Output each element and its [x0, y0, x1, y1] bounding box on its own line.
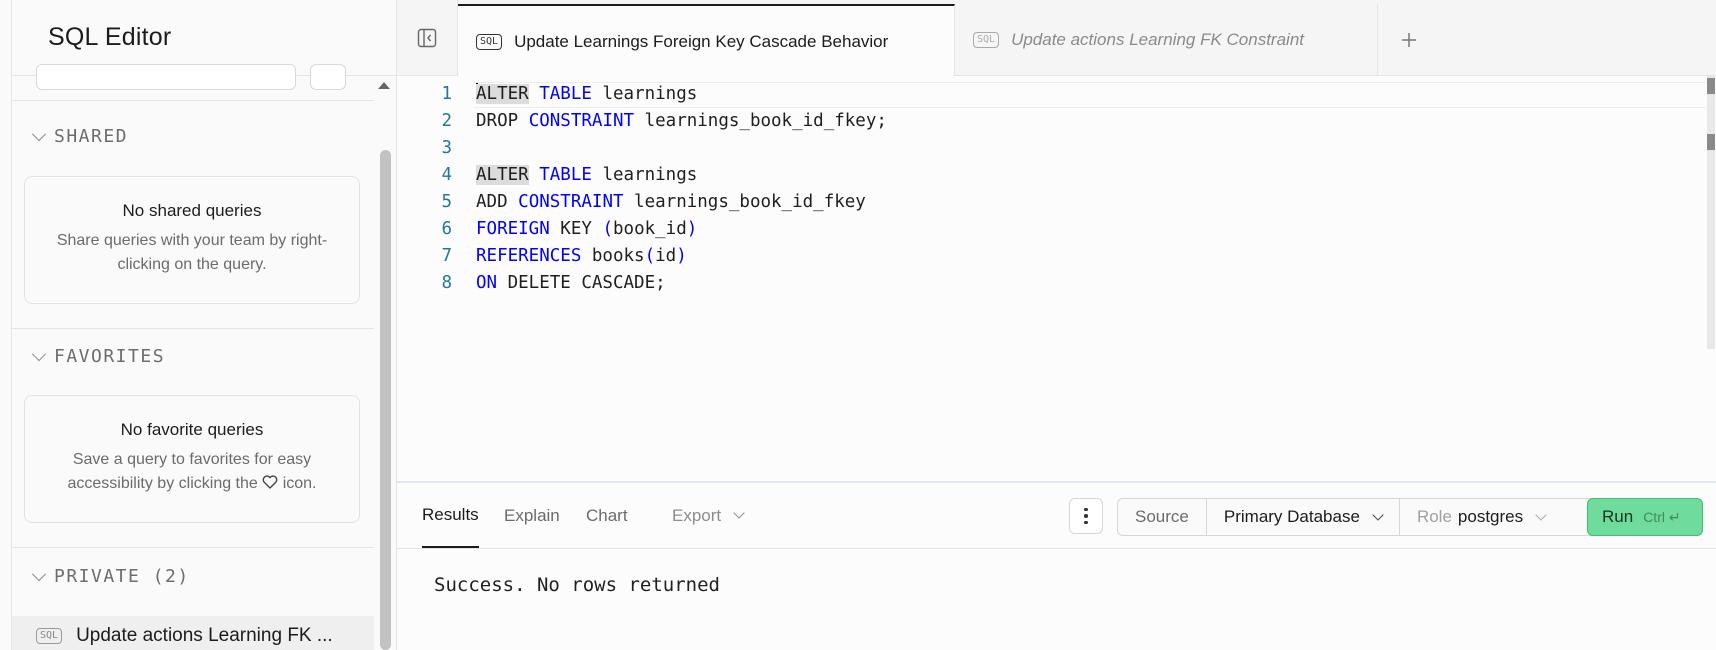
- section-label-private: PRIVATE (2): [54, 566, 190, 587]
- chevron-down-icon: [1535, 508, 1547, 521]
- empty-shared-description: Share queries with your team by right-cl…: [56, 232, 328, 273]
- empty-favorites-description: Save a query to favorites for easy acces…: [25, 448, 359, 496]
- code-line: 5 ADD CONSTRAINT learnings_book_id_fkey: [397, 189, 1716, 216]
- sidebar-scrollbar[interactable]: [378, 76, 392, 650]
- private-query-item[interactable]: SQL Update actions Learning FK ...: [12, 616, 374, 650]
- code-text: ON DELETE CASCADE;: [476, 273, 666, 293]
- empty-favorites-title: No favorite queries: [120, 420, 264, 439]
- chevron-down-icon: [31, 346, 47, 361]
- line-number: 3: [441, 138, 452, 158]
- run-button[interactable]: Run Ctrl ↵: [1587, 498, 1703, 536]
- divider: [12, 547, 374, 548]
- sidebar-title: SQL Editor: [48, 23, 172, 51]
- run-label: Run: [1602, 507, 1634, 526]
- sidebar-scroll-area[interactable]: SHARED No shared queries Share queries w…: [12, 64, 396, 650]
- empty-shared-title: No shared queries: [122, 201, 262, 220]
- tab-bar: SQL Update Learnings Foreign Key Cascade…: [397, 0, 1716, 77]
- empty-favorites-card: No favorite queries Save a query to favo…: [24, 395, 360, 523]
- section-label-favorites: FAVORITES: [54, 346, 166, 367]
- code-text: ADD CONSTRAINT learnings_book_id_fkey: [476, 192, 866, 212]
- heart-icon: [262, 475, 278, 489]
- export-label: Export: [672, 505, 722, 525]
- database-select[interactable]: Primary Database: [1207, 499, 1400, 535]
- new-query-button[interactable]: [310, 64, 346, 90]
- connection-controls: Source Primary Database Role postgres: [1117, 498, 1605, 536]
- line-number: 2: [441, 111, 452, 131]
- code-line: 1 ALTER TABLE learnings: [397, 81, 1716, 108]
- tab-label: Update Learnings Foreign Key Cascade Beh…: [514, 31, 889, 51]
- divider: [12, 328, 374, 329]
- export-dropdown[interactable]: Export: [672, 483, 745, 548]
- section-toggle-private[interactable]: PRIVATE (2): [31, 566, 190, 587]
- empty-favorites-desc-after: icon.: [282, 475, 317, 492]
- run-shortcut-hint: Ctrl ↵: [1643, 508, 1681, 525]
- sql-file-icon: SQL: [476, 33, 503, 50]
- tab-label: Update actions Learning FK Constraint: [1011, 30, 1305, 49]
- tab-update-learnings[interactable]: SQL Update Learnings Foreign Key Cascade…: [458, 4, 955, 77]
- sidebar-scrollbar-thumb[interactable]: [380, 150, 391, 650]
- result-message: Success. No rows returned: [434, 574, 720, 596]
- source-label[interactable]: Source: [1118, 499, 1207, 535]
- code-text: DROP CONSTRAINT learnings_book_id_fkey;: [476, 111, 887, 131]
- section-label-shared: SHARED: [54, 126, 129, 147]
- tab-chart[interactable]: Chart: [586, 483, 628, 548]
- tab-update-actions[interactable]: SQL Update actions Learning FK Constrain…: [955, 4, 1378, 76]
- editor-scrollbar-thumb[interactable]: [1707, 76, 1715, 349]
- chevron-down-icon: [31, 126, 47, 141]
- code-line: 8 ON DELETE CASCADE;: [397, 270, 1716, 297]
- kebab-menu-icon: [1084, 507, 1088, 512]
- window-left-edge: [0, 0, 12, 650]
- sql-file-icon: SQL: [973, 32, 1000, 48]
- scrollbar-marker: [1707, 78, 1715, 94]
- code-text: REFERENCES books(id): [476, 246, 687, 266]
- code-line: 6 FOREIGN KEY (book_id): [397, 216, 1716, 243]
- database-value: Primary Database: [1223, 507, 1360, 526]
- code-text: ALTER TABLE learnings: [476, 83, 698, 104]
- code-text: FOREIGN KEY (book_id): [476, 219, 698, 239]
- code-line: 3: [397, 135, 1716, 162]
- code-text: ALTER TABLE learnings: [476, 165, 698, 185]
- code-line: 2 DROP CONSTRAINT learnings_book_id_fkey…: [397, 108, 1716, 135]
- role-label: Role: [1416, 507, 1452, 526]
- search-queries-input[interactable]: [36, 64, 296, 90]
- line-number: 4: [441, 165, 452, 185]
- chevron-down-icon: [31, 566, 47, 581]
- line-number: 1: [441, 84, 452, 104]
- sidebar-collapse-icon: [417, 28, 437, 48]
- role-value: postgres: [1457, 507, 1524, 526]
- role-select[interactable]: Role postgres: [1400, 499, 1603, 535]
- code-editor[interactable]: 1 ALTER TABLE learnings 2 DROP CONSTRAIN…: [397, 76, 1716, 482]
- scrollbar-marker: [1707, 134, 1715, 150]
- section-toggle-shared[interactable]: SHARED: [31, 126, 129, 147]
- sql-file-icon: SQL: [36, 628, 63, 644]
- section-toggle-favorites[interactable]: FAVORITES: [31, 346, 166, 367]
- empty-shared-card: No shared queries Share queries with you…: [24, 176, 360, 304]
- results-toolbar: Results Explain Chart Export Source Prim…: [397, 483, 1716, 549]
- code-line: 4 ALTER TABLE learnings: [397, 162, 1716, 189]
- line-number: 5: [441, 192, 452, 212]
- tab-results[interactable]: Results: [422, 483, 479, 548]
- tab-explain[interactable]: Explain: [504, 483, 560, 548]
- code-line: 7 REFERENCES books(id): [397, 243, 1716, 270]
- private-query-label: Update actions Learning FK ...: [76, 625, 333, 646]
- chevron-down-icon: [1372, 508, 1384, 521]
- line-number: 8: [441, 273, 452, 293]
- editor-main: SQL Update Learnings Foreign Key Cascade…: [397, 0, 1716, 650]
- toggle-sidebar-button[interactable]: [397, 0, 458, 76]
- divider: [12, 100, 374, 101]
- plus-icon: [1402, 33, 1416, 47]
- line-number: 6: [441, 219, 452, 239]
- line-number: 7: [441, 246, 452, 266]
- more-options-button[interactable]: [1069, 498, 1103, 534]
- chevron-down-icon: [733, 507, 745, 519]
- new-tab-button[interactable]: [1378, 4, 1440, 76]
- editor-scrollbar[interactable]: [1706, 76, 1716, 349]
- sidebar: SQL Editor SHARED No shared queries Shar…: [12, 0, 397, 650]
